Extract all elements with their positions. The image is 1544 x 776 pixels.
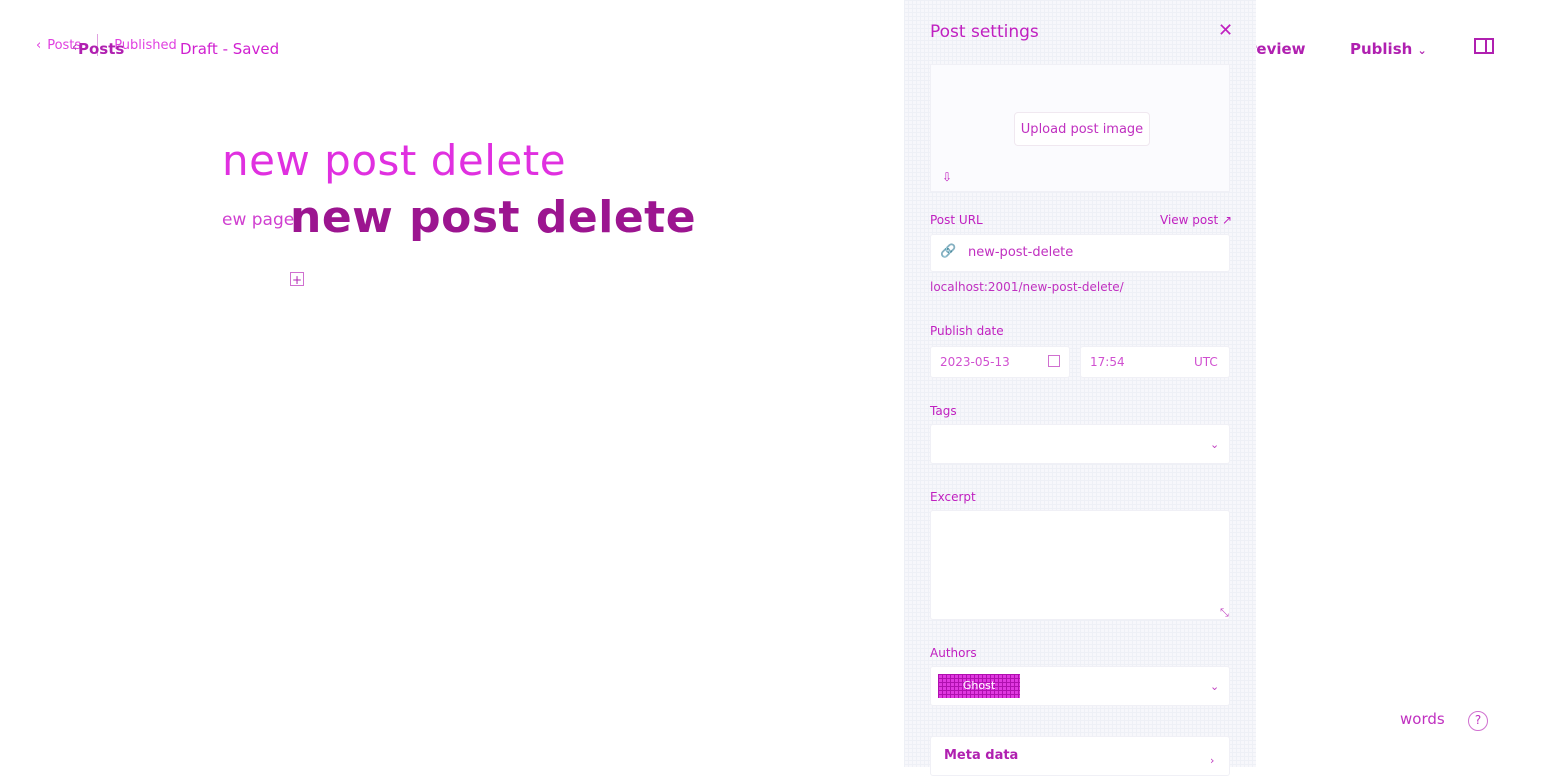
publish-date-label: Publish date bbox=[930, 324, 1004, 338]
post-url-input[interactable]: new-post-delete bbox=[968, 245, 1073, 260]
tags-input[interactable] bbox=[930, 424, 1230, 464]
back-to-posts-link[interactable]: Posts bbox=[78, 40, 124, 58]
publish-time-input[interactable]: 17:54 bbox=[1090, 355, 1125, 369]
post-url-label: Post URL bbox=[930, 213, 983, 227]
chevron-down-icon: ⌄ bbox=[1210, 680, 1220, 693]
tags-label: Tags bbox=[930, 404, 957, 418]
timezone-label: UTC bbox=[1194, 355, 1218, 369]
publish-button[interactable]: Publish ⌄ bbox=[1350, 40, 1427, 58]
view-post-label: View post bbox=[1160, 213, 1219, 227]
author-token[interactable]: Ghost bbox=[938, 674, 1020, 698]
post-url-hint: localhost:2001/new-post-delete/ bbox=[930, 280, 1124, 294]
excerpt-textarea[interactable] bbox=[930, 510, 1230, 620]
sidebar-toggle-icon[interactable] bbox=[1474, 38, 1494, 54]
post-status: Draft - Saved bbox=[180, 40, 280, 58]
excerpt-label: Excerpt bbox=[930, 490, 976, 504]
post-subtitle-ghost: ew page bbox=[222, 210, 295, 230]
chevron-left-icon[interactable]: ‹ bbox=[72, 40, 77, 55]
external-link-icon: ↗ bbox=[1222, 213, 1233, 227]
resize-handle-icon[interactable]: ⤡ bbox=[1220, 606, 1229, 620]
link-icon: 🔗 bbox=[940, 244, 957, 259]
close-icon[interactable]: ✕ bbox=[1218, 20, 1233, 41]
publish-label: Publish bbox=[1350, 40, 1413, 58]
publish-date-input[interactable]: 2023-05-13 bbox=[940, 355, 1010, 369]
help-icon[interactable]: ? bbox=[1468, 711, 1488, 731]
chevron-down-icon: ⌄ bbox=[1417, 44, 1427, 57]
authors-label: Authors bbox=[930, 646, 977, 660]
post-title-input[interactable]: new post delete bbox=[290, 192, 696, 243]
meta-data-label: Meta data bbox=[944, 748, 1019, 763]
post-title-ghost: new post delete bbox=[222, 136, 567, 185]
word-count: words bbox=[1400, 710, 1445, 728]
view-post-link[interactable]: View post ↗ bbox=[1160, 213, 1232, 227]
unsplash-icon[interactable]: ⇩ bbox=[942, 170, 954, 184]
chevron-down-icon: ⌄ bbox=[1210, 438, 1220, 451]
chevron-right-icon: › bbox=[1210, 754, 1215, 767]
settings-title: Post settings bbox=[930, 22, 1039, 42]
upload-image-button[interactable]: Upload post image bbox=[1014, 112, 1150, 146]
calendar-icon[interactable] bbox=[1048, 355, 1060, 367]
chevron-left-icon: ‹ bbox=[36, 37, 42, 53]
add-card-icon[interactable]: + bbox=[290, 272, 304, 287]
